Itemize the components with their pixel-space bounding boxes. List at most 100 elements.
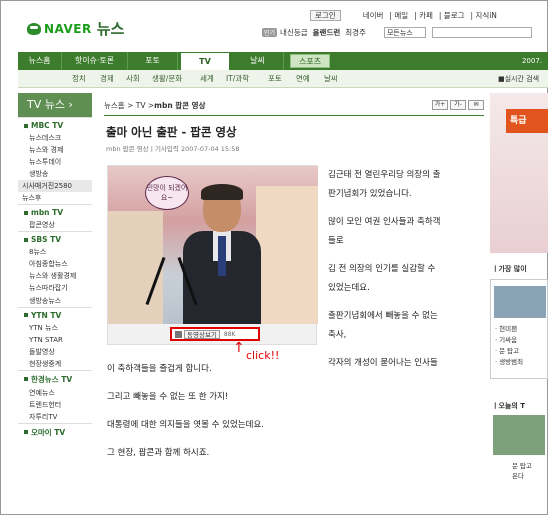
sidebar-section-sbs[interactable]: SBS TV bbox=[18, 231, 92, 246]
article-body-side: 김근태 전 열린우리당 의장의 출 판기념회가 있었습니다. 많이 모인 여권 … bbox=[328, 170, 441, 368]
sidebar-item[interactable]: 돌발영상 bbox=[18, 346, 92, 358]
main-navigation: 뉴스홈 핫이슈·토론 포토 TV 날씨 스포츠 2007. bbox=[18, 52, 548, 70]
sidebar-item[interactable]: 자투리TV bbox=[18, 411, 92, 423]
sidebar-item[interactable]: 연예뉴스 bbox=[18, 387, 92, 399]
sidebar-item[interactable]: 뉴스데스크 bbox=[18, 132, 92, 144]
right-column: 특급 ㅣ가장 많이 · 현미팬 · 기싸움 · 문 탑고 · 생방범죄 ㅣ오늘의… bbox=[490, 93, 548, 515]
subnav-society[interactable]: 사회 bbox=[126, 70, 140, 88]
subnav-world[interactable]: 세계 bbox=[200, 70, 214, 88]
sidebar-title: TV 뉴스 › bbox=[18, 93, 92, 117]
subnav-photo[interactable]: 포토 bbox=[268, 70, 282, 88]
tab-hot-issue[interactable]: 핫이슈·토론 bbox=[62, 52, 128, 70]
subnav-it[interactable]: IT/과학 bbox=[226, 70, 249, 88]
top-nav-kin[interactable]: 지식iN bbox=[475, 10, 497, 21]
sidebar-item[interactable]: 뉴스후 bbox=[18, 192, 92, 204]
bullet-icon bbox=[24, 237, 28, 242]
breadcrumb: 뉴스홈 > TV > mbn 팝콘 영상 가+ 가- ✉ bbox=[104, 98, 484, 112]
cartoon-backdrop bbox=[256, 186, 318, 324]
today-thumbnail[interactable] bbox=[493, 415, 545, 455]
video-thumbnail[interactable]: 민망이 되겠어요~ bbox=[108, 166, 318, 324]
naver-logo-icon bbox=[27, 22, 41, 35]
sidebar-item[interactable]: 아침종합뉴스 bbox=[18, 258, 92, 270]
keyword-item[interactable]: 올랜드런 bbox=[313, 27, 341, 38]
sidebar-item[interactable]: 팝콘영상 bbox=[18, 219, 92, 231]
sidebar-item[interactable]: YTN STAR bbox=[18, 334, 92, 346]
advertisement-banner[interactable]: 특급 bbox=[490, 93, 548, 253]
play-video-button[interactable]: 동영상보기 bbox=[184, 329, 220, 339]
subnav-politics[interactable]: 정치 bbox=[72, 70, 86, 88]
sidebar-section-ytn[interactable]: YTN TV bbox=[18, 306, 92, 322]
naver-news-logo[interactable]: NAVER 뉴스 bbox=[27, 18, 124, 39]
popular-keywords: 인기 내신등급 올랜드런 최경주 모든뉴스 bbox=[262, 27, 532, 38]
keyword-item[interactable]: 내신등급 bbox=[280, 27, 308, 38]
font-smaller-icon[interactable]: 가- bbox=[450, 100, 466, 110]
subnav-entertainment[interactable]: 연예 bbox=[296, 70, 310, 88]
login-button[interactable]: 로그인 bbox=[310, 9, 341, 21]
video-player[interactable]: 민망이 되겠어요~ 동영상보기 88K bbox=[107, 165, 318, 345]
keyword-item[interactable]: 최경주 bbox=[345, 27, 366, 38]
bullet-icon bbox=[24, 430, 28, 435]
today-caption[interactable]: 문 탑고 온다 bbox=[512, 461, 532, 481]
tab-news-home[interactable]: 뉴스홈 bbox=[18, 52, 62, 70]
bullet-icon bbox=[24, 377, 28, 382]
list-item[interactable]: · 기싸움 bbox=[495, 335, 523, 346]
sidebar-item[interactable]: 8뉴스 bbox=[18, 246, 92, 258]
top-nav-naver[interactable]: 네이버 bbox=[363, 10, 384, 21]
popular-thumbnail[interactable] bbox=[494, 286, 546, 318]
breadcrumb-path[interactable]: 뉴스홈 > TV > bbox=[104, 100, 154, 111]
sidebar-item[interactable]: 현장생중계 bbox=[18, 358, 92, 370]
bullet-icon bbox=[24, 313, 28, 318]
cartoon-backdrop bbox=[108, 211, 163, 324]
subnav-weather[interactable]: 날씨 bbox=[324, 70, 338, 88]
realtime-search-link[interactable]: ■실시간 검색 bbox=[498, 70, 539, 88]
sidebar-item[interactable]: 트렌드헌터 bbox=[18, 399, 92, 411]
top-nav-mail[interactable]: 메일 bbox=[394, 10, 408, 21]
sidebar-item[interactable]: 시사매거진2580 bbox=[18, 180, 92, 193]
list-item[interactable]: · 생방범죄 bbox=[495, 357, 523, 368]
today-heading: ㅣ오늘의 T bbox=[492, 402, 525, 410]
bullet-icon bbox=[24, 210, 28, 215]
search-scope-select[interactable]: 모든뉴스 bbox=[383, 27, 426, 38]
up-arrow-icon: ↑ bbox=[233, 340, 245, 356]
article-tools: 가+ 가- ✉ bbox=[430, 100, 484, 110]
subnav-economy[interactable]: 경제 bbox=[100, 70, 114, 88]
top-navigation: 로그인 네이버 | 메일 | 카페 | 블로그 | 지식iN bbox=[310, 9, 503, 21]
email-icon[interactable]: ✉ bbox=[468, 100, 484, 110]
popular-box: · 현미팬 · 기싸움 · 문 탑고 · 생방범죄 bbox=[490, 279, 548, 379]
sidebar-section-ohmy[interactable]: 오마이 TV bbox=[18, 422, 92, 440]
tab-weather[interactable]: 날씨 bbox=[232, 52, 284, 70]
popular-badge: 인기 bbox=[262, 28, 278, 37]
sidebar-item[interactable]: 뉴스투데이 bbox=[18, 156, 92, 168]
list-item[interactable]: · 현미팬 bbox=[495, 324, 523, 335]
sidebar-item[interactable]: 뉴스와 생활경제 bbox=[18, 270, 92, 282]
top-nav-cafe[interactable]: 카페 bbox=[419, 10, 433, 21]
top-nav-blog[interactable]: 블로그 bbox=[444, 10, 465, 21]
breadcrumb-divider bbox=[104, 115, 484, 116]
tv-news-sidebar: TV 뉴스 › MBC TV 뉴스데스크 뉴스와 경제 뉴스투데이 생방송 시사… bbox=[18, 93, 92, 440]
popular-list: · 현미팬 · 기싸움 · 문 탑고 · 생방범죄 bbox=[495, 324, 523, 368]
subnav-culture[interactable]: 생활/문화 bbox=[152, 70, 182, 88]
date-label: 2007. bbox=[521, 57, 542, 65]
sidebar-section-hankyung[interactable]: 한경뉴스 TV bbox=[18, 369, 92, 387]
play-video-control[interactable]: 동영상보기 88K bbox=[170, 327, 260, 341]
logo-brand: NAVER bbox=[44, 21, 92, 36]
font-larger-icon[interactable]: 가+ bbox=[432, 100, 448, 110]
article-title: 출마 아닌 출판 - 팝콘 영상 bbox=[106, 125, 237, 139]
tab-photo[interactable]: 포토 bbox=[128, 52, 178, 70]
sidebar-item[interactable]: 생방송뉴스 bbox=[18, 295, 92, 307]
sidebar-section-mbc[interactable]: MBC TV bbox=[18, 117, 92, 132]
sidebar-item[interactable]: 뉴스와 경제 bbox=[18, 144, 92, 156]
breadcrumb-current: mbn 팝콘 영상 bbox=[154, 100, 206, 110]
sidebar-item[interactable]: 생방송 bbox=[18, 168, 92, 180]
sidebar-item[interactable]: 뉴스따라잡기 bbox=[18, 282, 92, 294]
list-item[interactable]: · 문 탑고 bbox=[495, 346, 523, 357]
video-size: 88K bbox=[223, 330, 236, 338]
search-input[interactable] bbox=[431, 27, 532, 38]
sports-button[interactable]: 스포츠 bbox=[290, 54, 331, 68]
sub-navigation: 정치 경제 사회 생활/문화 세계 IT/과학 포토 연예 날씨 ■실시간 검색 bbox=[18, 70, 548, 88]
sidebar-item[interactable]: YTN 뉴스 bbox=[18, 322, 92, 334]
article-body: 이 축하객들을 즐겁게 합니다. 그리고 빼놓을 수 없는 또 한 가지! 대통… bbox=[107, 364, 264, 458]
bullet-icon bbox=[24, 123, 28, 128]
sidebar-section-mbn[interactable]: mbn TV bbox=[18, 204, 92, 219]
tab-tv[interactable]: TV bbox=[180, 52, 230, 70]
